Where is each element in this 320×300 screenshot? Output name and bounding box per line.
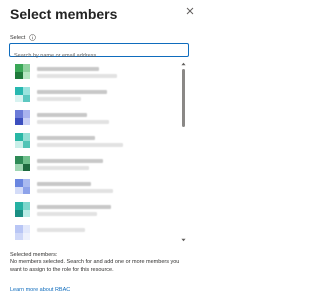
member-avatar [15, 156, 30, 171]
member-avatar [15, 202, 30, 217]
member-list-item[interactable] [9, 221, 179, 245]
member-name-redacted [37, 136, 95, 140]
member-list-item[interactable] [9, 129, 179, 153]
scroll-down-icon[interactable] [181, 238, 186, 242]
scrollbar-thumb[interactable] [182, 69, 185, 127]
selected-members-description: No members selected. Search for and add … [10, 259, 180, 273]
member-list-item[interactable] [9, 152, 179, 176]
member-name-redacted [37, 182, 91, 186]
select-label-text: Select [10, 34, 26, 41]
member-list-item[interactable] [9, 198, 179, 222]
member-avatar [15, 225, 30, 240]
member-avatar [15, 64, 30, 79]
member-email-redacted [37, 74, 117, 78]
member-list [9, 60, 189, 246]
member-list-item[interactable] [9, 60, 179, 84]
close-icon[interactable] [184, 5, 196, 17]
member-email-redacted [37, 166, 89, 170]
member-name-redacted [37, 159, 103, 163]
scroll-up-icon[interactable] [181, 62, 186, 66]
member-email-redacted [37, 143, 123, 147]
select-members-panel: Select members Select Search by name or … [0, 0, 200, 300]
member-avatar [15, 87, 30, 102]
member-email-redacted [37, 97, 81, 101]
member-avatar [15, 179, 30, 194]
member-avatar [15, 133, 30, 148]
member-list-item[interactable] [9, 175, 179, 199]
member-email-redacted [37, 120, 109, 124]
member-name-redacted [37, 228, 85, 232]
panel-title: Select members [10, 6, 118, 22]
member-name-redacted [37, 67, 99, 71]
member-email-redacted [37, 212, 97, 216]
selected-members-heading: Selected members: [10, 252, 58, 258]
member-name-redacted [37, 90, 107, 94]
member-name-redacted [37, 113, 87, 117]
info-icon[interactable] [29, 34, 37, 41]
learn-more-rbac-link[interactable]: Learn more about RBAC [10, 287, 70, 293]
select-field-label: Select [10, 34, 37, 41]
member-list-item[interactable] [9, 106, 179, 130]
member-email-redacted [37, 189, 113, 193]
member-list-item[interactable] [9, 83, 179, 107]
member-avatar [15, 110, 30, 125]
search-box[interactable] [9, 43, 189, 62]
member-name-redacted [37, 205, 111, 209]
